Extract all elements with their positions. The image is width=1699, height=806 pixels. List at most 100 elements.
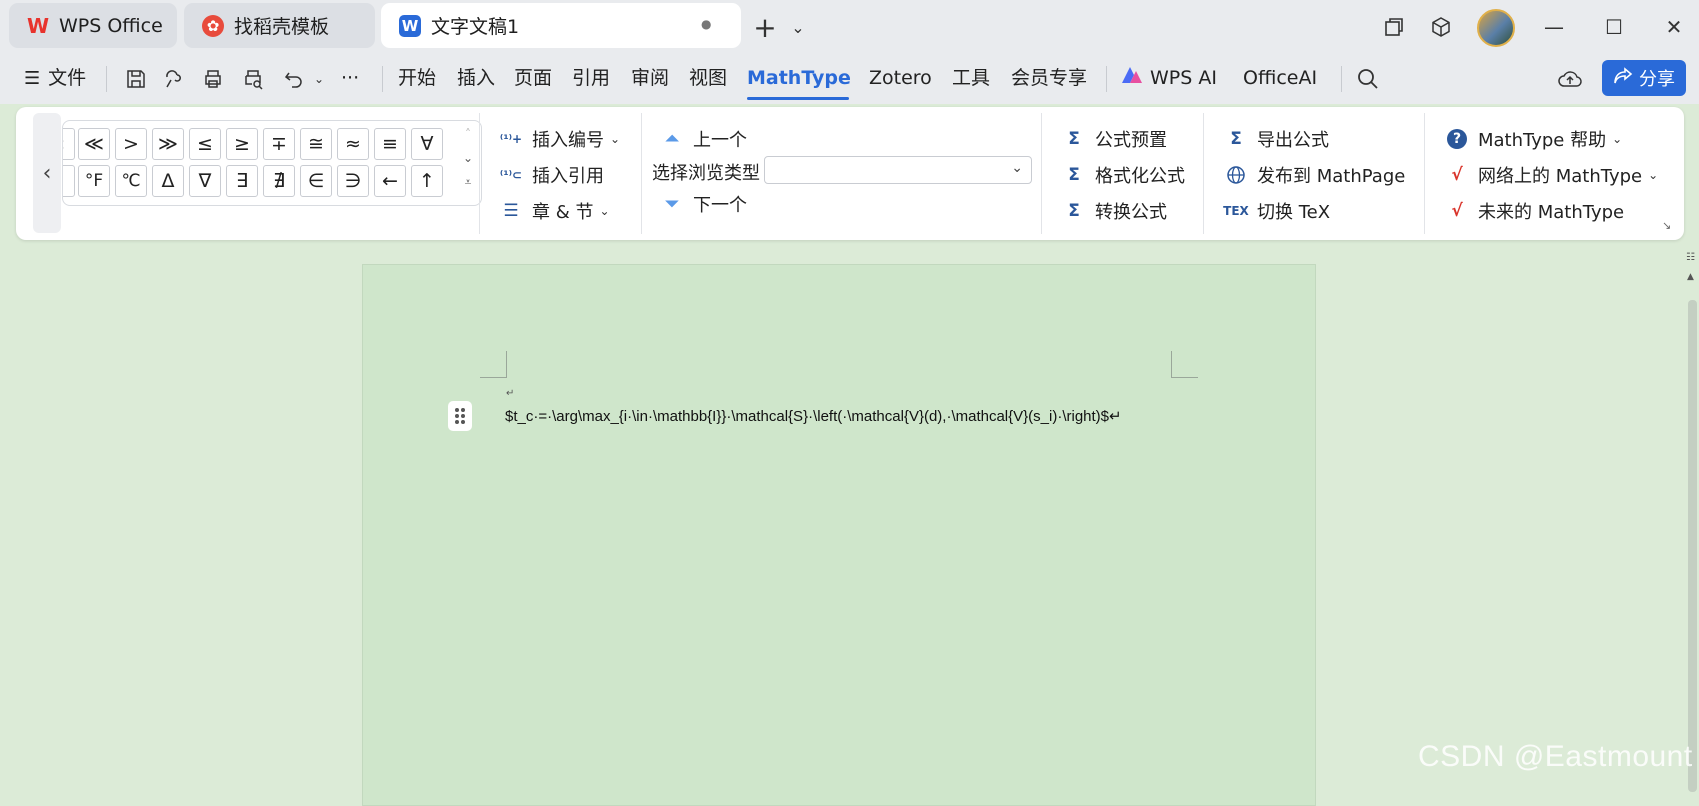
menu-item-page[interactable]: 页面 [514, 52, 552, 104]
help-icon: ? [1444, 126, 1470, 152]
next-button[interactable]: ⏷ 下一个 [659, 189, 747, 219]
export-formula-button[interactable]: Σ 导出公式 [1223, 124, 1329, 154]
divider [1424, 113, 1425, 234]
menu-item-references[interactable]: 引用 [572, 52, 610, 104]
scroll-up-chevron-icon[interactable]: ˄ [461, 127, 475, 141]
print-preview-icon[interactable] [240, 66, 266, 92]
menu-item-tools[interactable]: 工具 [952, 52, 990, 104]
divider [479, 113, 480, 234]
symbol-button[interactable]: ∃ [226, 165, 258, 197]
format-formula-button[interactable]: Σ 格式化公式 [1061, 160, 1185, 190]
previous-button[interactable]: ⏶ 上一个 [659, 124, 747, 154]
symbol-button[interactable]: > [115, 128, 147, 160]
symbol-button[interactable]: ← [374, 165, 406, 197]
minimize-button[interactable]: — [1539, 12, 1569, 42]
menu-item-officeai[interactable]: OfficeAI [1243, 52, 1317, 104]
tab-label: 文字文稿1 [431, 16, 520, 38]
publish-mathpage-button[interactable]: 发布到 MathPage [1223, 160, 1405, 190]
symbol-button[interactable]: ≥ [226, 128, 258, 160]
expand-palette-icon[interactable]: ⩡ [461, 175, 475, 190]
symbol-button[interactable]: ≪ [78, 128, 110, 160]
close-button[interactable]: ✕ [1659, 12, 1689, 42]
share-icon [1613, 66, 1633, 90]
cloud-upload-icon[interactable] [1557, 66, 1583, 92]
future-mathtype-button[interactable]: √ 未来的 MathType [1444, 196, 1624, 226]
mathtype-online-button[interactable]: √ 网络上的 MathType ⌄ [1444, 160, 1658, 190]
cube-icon[interactable] [1426, 12, 1456, 42]
share-button[interactable]: 分享 [1602, 60, 1686, 96]
menu-item-zotero[interactable]: Zotero [869, 52, 932, 104]
symbol-button[interactable]: ∋ [337, 165, 369, 197]
insert-reference-button[interactable]: ⁽¹⁾⊂ 插入引用 [498, 160, 604, 190]
symbol-button[interactable]: ℃ [115, 165, 147, 197]
maximize-button[interactable]: ☐ [1599, 12, 1629, 42]
formula-preset-button[interactable]: Σ 公式预置 [1061, 124, 1167, 154]
dialog-launcher-icon[interactable]: ↘ [1662, 219, 1671, 232]
undo-dropdown-chevron-icon[interactable]: ⌄ [306, 66, 332, 92]
unsaved-dot-icon[interactable]: ● [701, 17, 711, 31]
symbol-button[interactable]: ≫ [152, 128, 184, 160]
next-down-icon: ⏷ [665, 194, 679, 214]
drag-handle-icon[interactable] [448, 401, 472, 431]
tab-wps-office[interactable]: W WPS Office [9, 3, 177, 48]
tab-document[interactable]: W 文字文稿1 ● [381, 3, 741, 48]
menu-item-home[interactable]: 开始 [398, 52, 436, 104]
scroll-left-chevron-icon[interactable]: ‹ [33, 113, 61, 233]
file-menu[interactable]: ☰ 文件 [24, 52, 86, 104]
symbol-button[interactable]: ↑ [411, 165, 443, 197]
undo-icon[interactable] [281, 66, 307, 92]
print-icon[interactable] [200, 66, 226, 92]
symbol-button[interactable]: ≅ [300, 128, 332, 160]
scroll-down-chevron-icon[interactable]: ⌄ [461, 151, 475, 165]
symbol-button[interactable]: ∓ [263, 128, 295, 160]
chapter-section-button[interactable]: ☰ 章 & 节 ⌄ [498, 196, 609, 226]
avatar[interactable] [1477, 9, 1515, 47]
divider [1341, 66, 1342, 92]
symbol-button[interactable]: Δ [152, 165, 184, 197]
margin-corner-mark [1171, 351, 1198, 378]
mathtype-ribbon: ‹ « ≪ > ≫ ≤ ≥ ∓ ≅ ≈ ≡ ∀ · °F ℃ Δ ∇ ∃ ∄ ∈… [16, 107, 1684, 240]
wps-logo-icon: W [26, 13, 50, 38]
menu-item-view[interactable]: 视图 [689, 52, 727, 104]
ruler-toggle-icon[interactable]: ☷ [1686, 252, 1695, 263]
scroll-up-arrow-icon[interactable]: ▲ [1687, 272, 1694, 282]
tab-daoke-templates[interactable]: ✿ 找稻壳模板 [184, 3, 375, 48]
latex-formula-text[interactable]: $t_c·=·\arg\max_{i·\in·\mathbb{I}}·\math… [505, 407, 1122, 425]
symbol-button[interactable]: ≡ [374, 128, 406, 160]
search-icon[interactable] [1355, 66, 1381, 92]
symbol-button[interactable]: ∈ [300, 165, 332, 197]
toggle-tex-button[interactable]: TEX 切换 TeX [1223, 196, 1330, 226]
symbol-button[interactable]: ∇ [189, 165, 221, 197]
save-icon[interactable] [123, 66, 149, 92]
symbol-button[interactable]: « [63, 128, 75, 160]
scrollbar-thumb[interactable] [1688, 300, 1697, 792]
sigma-preset-icon: Σ [1068, 129, 1080, 149]
symbol-button[interactable]: ∀ [411, 128, 443, 160]
menu-item-insert[interactable]: 插入 [457, 52, 495, 104]
menu-item-review[interactable]: 审阅 [631, 52, 669, 104]
symbol-button[interactable]: ≈ [337, 128, 369, 160]
more-button[interactable]: ··· [341, 52, 359, 104]
convert-formula-label: 转换公式 [1095, 202, 1167, 223]
document-page[interactable] [362, 264, 1316, 806]
browse-type-select[interactable]: ⌄ [764, 156, 1032, 184]
future-mathtype-label: 未来的 MathType [1478, 202, 1625, 223]
symbol-button[interactable]: ∄ [263, 165, 295, 197]
chevron-down-icon: ⌄ [1648, 168, 1659, 182]
mathtype-help-button[interactable]: ? MathType 帮助 ⌄ [1444, 124, 1622, 154]
insert-number-button[interactable]: ⁽¹⁾+ 插入编号 ⌄ [498, 124, 620, 154]
convert-formula-button[interactable]: Σ 转换公式 [1061, 196, 1167, 226]
window-layout-icon[interactable] [1379, 12, 1409, 42]
format-painter-icon[interactable] [160, 66, 186, 92]
symbol-button[interactable]: °F [78, 165, 110, 197]
formula-preset-label: 公式预置 [1095, 130, 1167, 151]
symbol-button[interactable]: · [63, 165, 75, 197]
menu-item-wps-ai[interactable]: WPS AI [1120, 52, 1217, 104]
symbol-button[interactable]: ≤ [189, 128, 221, 160]
new-tab-button[interactable]: + [750, 11, 780, 44]
menu-item-member[interactable]: 会员专享 [1011, 52, 1087, 104]
tab-list-chevron-icon[interactable]: ⌄ [783, 12, 813, 42]
insert-number-label: 插入编号 [532, 130, 604, 151]
divider [1041, 113, 1042, 234]
equation-number-icon: ⁽¹⁾+ [499, 132, 523, 146]
